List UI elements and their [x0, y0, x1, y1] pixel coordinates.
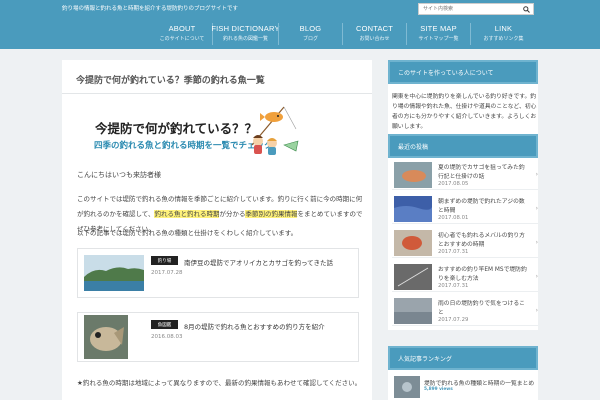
- card-title[interactable]: 南伊豆の堤防でアオリイカとカサゴを釣ってきた話: [184, 257, 333, 267]
- card-date: 2016.08.03: [151, 334, 183, 340]
- card-category-tag[interactable]: 釣り場: [151, 256, 178, 265]
- chevron-right-icon: ›: [535, 239, 538, 246]
- recent-post-thumbnail: [394, 196, 432, 222]
- recent-posts-title: 最近の投稿: [388, 134, 538, 158]
- nav-link-sub: おすすめリンク集: [483, 36, 524, 42]
- related-card[interactable]: 釣り場 南伊豆の堤防でアオリイカとカサゴを釣ってきた話 2017.07.28: [77, 248, 359, 298]
- fishing-illustration-icon: [244, 105, 302, 159]
- recent-post-title[interactable]: 朝まずめの堤防で釣れたアジの数と時間: [438, 198, 530, 216]
- title-bar: 今提防で何が釣れている？季節の釣れる魚一覧: [62, 60, 372, 94]
- nav-fish-dictionary[interactable]: FISH DICTIONARY 釣れる魚の図鑑一覧: [211, 23, 280, 45]
- related-heading: 以下の記事では堤防で釣れる魚の種類と仕掛けをくわしく紹介しています。: [77, 229, 298, 237]
- recent-post-title[interactable]: おすすめの釣り竿EM MSで堤防釣りを楽しむ方法: [438, 266, 530, 284]
- chevron-right-icon: ›: [535, 171, 538, 178]
- recent-post-thumbnail: [394, 230, 432, 256]
- card-thumbnail: [84, 255, 144, 291]
- nav-blog-sub: ブログ: [302, 36, 318, 42]
- global-nav: ABOUT このサイトについて FISH DICTIONARY 釣れる魚の図鑑一…: [152, 23, 536, 45]
- recent-post-item[interactable]: 朝まずめの堤防で釣れたアジの数と時間 2017.08.01 ›: [392, 196, 538, 224]
- recent-post-thumbnail: [394, 162, 432, 188]
- chevron-right-icon: ›: [535, 273, 538, 280]
- site-header: 釣り場の情報と釣れる魚と時期を紹介する堤防釣りのブログサイトです ABOUT こ…: [0, 0, 600, 49]
- nav-about-sub: このサイトについて: [159, 36, 205, 42]
- search-box[interactable]: [418, 3, 534, 15]
- card-category-tag[interactable]: 魚図鑑: [151, 320, 178, 329]
- recent-post-title[interactable]: 夏の堤防でカサゴを狙ってみた釣行記と仕掛けの話: [438, 164, 530, 182]
- intro-heading: こんにちはいつも来訪者様: [77, 171, 161, 179]
- nav-contact-sub: お問い合わせ: [359, 36, 390, 42]
- nav-site-map-label: SITE MAP: [420, 24, 457, 33]
- card-thumbnail: [84, 315, 128, 359]
- banner-image: 今提防で何が釣れている？？ 四季の釣れる魚と釣れる時期を一覧でチェック: [79, 106, 299, 158]
- nav-about-label: ABOUT: [168, 24, 196, 33]
- ranking-thumbnail: [394, 376, 420, 398]
- ranking-title[interactable]: 堤防で釣れる魚の種類と時期の一覧まとめ: [424, 378, 534, 387]
- chevron-right-icon: ›: [535, 307, 538, 314]
- nav-link[interactable]: LINK おすすめリンク集: [470, 23, 536, 45]
- page-title: 今提防で何が釣れている？季節の釣れる魚一覧: [76, 76, 265, 86]
- about-text: 関東を中心に堤防釣りを楽しんでいる釣り好きです。釣り場の情報や釣れた魚、仕掛けや…: [392, 94, 537, 130]
- footnote: ★釣れる魚の時期は地域によって異なりますので、最新の釣果情報もあわせて確認してく…: [77, 379, 362, 387]
- para-highlight-1: 釣れる魚と釣れる時期: [154, 210, 220, 218]
- related-card[interactable]: 魚図鑑 8月の堤防で釣れる魚とおすすめの釣り方を紹介 2016.08.03: [77, 312, 359, 362]
- nav-contact-label: CONTACT: [355, 24, 394, 33]
- nav-blog-label: BLOG: [299, 24, 322, 33]
- banner-headline: 今提防で何が釣れている？？: [95, 121, 258, 136]
- recent-post-thumbnail: [394, 298, 432, 324]
- recent-post-item[interactable]: 夏の堤防でカサゴを狙ってみた釣行記と仕掛けの話 2017.08.05 ›: [392, 162, 538, 190]
- recent-post-date: 2017.07.29: [438, 317, 469, 323]
- recent-post-item[interactable]: おすすめの釣り竿EM MSで堤防釣りを楽しむ方法 2017.07.31 ›: [392, 264, 538, 292]
- recent-post-date: 2017.08.05: [438, 181, 469, 187]
- recent-post-date: 2017.07.31: [438, 249, 469, 255]
- card-date: 2017.07.28: [151, 270, 183, 276]
- nav-link-label: LINK: [494, 24, 513, 33]
- search-input[interactable]: [419, 4, 519, 14]
- search-icon[interactable]: [519, 4, 533, 14]
- nav-site-map[interactable]: SITE MAP サイトマップ一覧: [406, 23, 470, 45]
- nav-contact[interactable]: CONTACT お問い合わせ: [342, 23, 406, 45]
- recent-post-date: 2017.07.31: [438, 283, 469, 289]
- para-highlight-2: 季節別の釣果情報: [245, 210, 298, 218]
- card-title[interactable]: 8月の堤防で釣れる魚とおすすめの釣り方を紹介: [184, 321, 325, 331]
- nav-fish-dictionary-label: FISH DICTIONARY: [211, 24, 280, 33]
- ranking-view-count: 5,899 views: [424, 387, 453, 392]
- chevron-right-icon: ›: [535, 205, 538, 212]
- nav-site-map-sub: サイトマップ一覧: [418, 36, 459, 42]
- ranking-widget-title: 人気記事ランキング: [388, 346, 538, 370]
- ranking-item[interactable]: 堤防で釣れる魚の種類と時期の一覧まとめ 5,899 views: [392, 376, 538, 400]
- nav-about[interactable]: ABOUT このサイトについて: [152, 23, 212, 45]
- recent-post-thumbnail: [394, 264, 432, 290]
- recent-post-item[interactable]: 初心者でも釣れるメバルの釣り方とおすすめの時期 2017.07.31 ›: [392, 230, 538, 258]
- about-widget-title: このサイトを作っている人について: [388, 60, 538, 84]
- para-text-2: が分かる: [219, 210, 246, 218]
- recent-post-item[interactable]: 雨の日の堤防釣りで気をつけること 2017.07.29 ›: [392, 298, 538, 326]
- nav-blog[interactable]: BLOG ブログ: [278, 23, 342, 45]
- recent-post-title[interactable]: 初心者でも釣れるメバルの釣り方とおすすめの時期: [438, 232, 530, 250]
- recent-post-date: 2017.08.01: [438, 215, 469, 221]
- recent-post-title[interactable]: 雨の日の堤防釣りで気をつけること: [438, 300, 530, 318]
- site-tagline: 釣り場の情報と釣れる魚と時期を紹介する堤防釣りのブログサイトです: [62, 6, 239, 12]
- nav-fish-dictionary-sub: 釣れる魚の図鑑一覧: [222, 36, 268, 42]
